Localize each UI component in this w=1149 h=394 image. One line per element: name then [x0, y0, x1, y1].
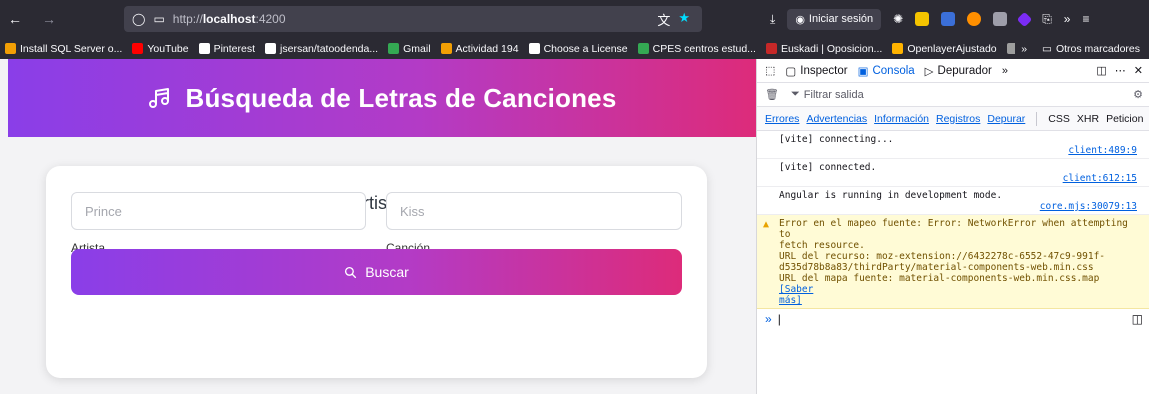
element-picker-icon[interactable]: ⬚ [765, 64, 775, 77]
download-icon[interactable]: ⤓ [770, 12, 775, 27]
bookmark-item[interactable]: Pinterest [194, 43, 260, 55]
request-category-filter[interactable]: XHR [1077, 113, 1099, 125]
learn-more-link-cont[interactable]: más] [779, 295, 1137, 306]
bookmark-star-icon[interactable]: ★ [678, 10, 690, 29]
bookmark-item[interactable]: OpenlayerAjustado [887, 43, 1001, 55]
share-icon[interactable]: ⎘ [1042, 12, 1052, 27]
log-category-filter[interactable]: Errores [765, 113, 799, 125]
prompt-chevron-icon: » [765, 312, 772, 326]
extension-purple-icon[interactable] [1016, 11, 1033, 27]
warning-message: ▲ Error en el mapeo fuente: Error: Netwo… [757, 215, 1149, 309]
bookmarks-bar: Install SQL Server o... YouTube Pinterest j… [0, 38, 1149, 59]
bookmark-favicon-icon [5, 43, 16, 54]
request-category-filter[interactable]: CSS [1048, 113, 1070, 125]
bookmark-favicon-icon [765, 43, 777, 54]
inspector-icon: ▢ [785, 65, 797, 78]
tab-inspector[interactable]: ▢ Inspector [785, 64, 847, 78]
console-log-entry: [vite] connecting... client:489:9 [757, 131, 1149, 159]
bookmark-favicon-icon [528, 43, 540, 54]
console-log-list: [vite] connecting... client:489:9 [vite] c… [757, 131, 1149, 215]
account-icon: ◉ [795, 13, 805, 26]
tab-console[interactable]: ▣ Consola [858, 64, 915, 78]
console-input[interactable]: » | ◫ [757, 309, 1149, 329]
folder-icon: ▭ [1042, 42, 1052, 55]
page-title: Búsqueda de Letras de Canciones [185, 82, 617, 113]
dock-icon[interactable]: ◫ [1096, 64, 1106, 77]
log-categories: Errores Advertencias Información Registros D… [757, 107, 1149, 131]
extension-blue-icon[interactable] [941, 12, 956, 26]
extension-orange-icon[interactable] [967, 12, 982, 26]
console-log-entry: Angular is running in development mode. c… [757, 187, 1149, 215]
log-category-filter[interactable]: Advertencias [806, 113, 867, 125]
bookmarks-chevron-icon[interactable]: » [1021, 43, 1027, 55]
bookmark-favicon-icon [637, 43, 649, 54]
other-bookmarks[interactable]: ▭ Otros marcadores [1037, 43, 1145, 55]
bookmark-item[interactable]: Gmail [383, 43, 435, 55]
artist-input[interactable] [71, 192, 366, 230]
split-console-icon[interactable]: ◫ [1132, 312, 1149, 326]
extension-grey-icon[interactable] [993, 12, 1008, 26]
search-icon [345, 266, 357, 278]
console-icon: ▣ [857, 65, 869, 78]
bookmark-favicon-icon [388, 43, 400, 54]
request-category-filter[interactable]: Peticion [1106, 113, 1143, 125]
bookmark-item[interactable]: jsersan/tatoodenda... [260, 43, 383, 55]
login-button[interactable]: ◉ Iniciar sesión [787, 8, 882, 30]
filter-input[interactable]: ⏷ Filtrar salida [791, 88, 864, 101]
toolbar-right: ⤓ ◉ Iniciar sesión ✺ ⎘ » ≡ [770, 0, 1090, 38]
devtools-tabs: ⬚ ▢ Inspector ▣ Consola ▷ Depurador » ◫ ⋯ ✕ [757, 59, 1149, 83]
url-bar[interactable]: ◯ ▭ http://localhost:4200 文 ★ [124, 6, 702, 32]
console-log-entry: [vite] connected. client:612:15 [757, 159, 1149, 187]
bookmark-favicon-icon [892, 43, 904, 54]
devtools-panel: ⬚ ▢ Inspector ▣ Consola ▷ Depurador » ◫ ⋯ ✕… [756, 59, 1149, 394]
bookmarks-overflow: » ▭ Otros marcadores [1015, 38, 1145, 59]
menu-icon[interactable]: ≡ [1082, 12, 1089, 26]
log-source-link[interactable]: client:612:15 [779, 173, 1137, 184]
log-category-filter[interactable]: Información [874, 113, 929, 125]
settings-gear-icon[interactable]: ⚙ [1133, 88, 1149, 101]
hero-banner: Búsqueda de Letras de Canciones [8, 59, 756, 137]
warning-icon: ▲ [763, 219, 770, 230]
bookmark-favicon-icon [440, 43, 452, 54]
url-text[interactable]: http://localhost:4200 [173, 12, 286, 26]
bookmark-item[interactable]: Actividad 194 [436, 43, 524, 55]
extension-yellow-icon[interactable] [915, 12, 930, 26]
console-filter-bar: 🗑 ⏷ Filtrar salida ⚙ [757, 83, 1149, 107]
tabs-overflow-icon[interactable]: » [1002, 65, 1008, 77]
trash-icon[interactable]: 🗑 [765, 88, 779, 101]
overflow-chevron-icon[interactable]: » [1064, 12, 1071, 26]
back-icon[interactable]: ← [8, 11, 22, 27]
forward-icon[interactable]: → [42, 11, 56, 27]
funnel-icon: ⏷ [790, 88, 800, 100]
page-icon: ▭ [153, 12, 165, 26]
bookmark-item[interactable]: Choose a License [524, 43, 633, 55]
music-note-icon [148, 88, 169, 108]
tab-debugger[interactable]: ▷ Depurador [925, 64, 992, 78]
learn-more-link[interactable]: [Saber [779, 284, 813, 295]
category-divider [1036, 111, 1038, 126]
bookmark-item[interactable]: Euskadi | Oposicion... [761, 43, 887, 55]
bookmark-item[interactable]: Install SQL Server o... [0, 43, 127, 55]
bookmark-item[interactable]: CPES centros estud... [633, 43, 761, 55]
screen: ← → ◯ ▭ http://localhost:4200 文 ★ ⤓ ◉ In… [0, 0, 1149, 394]
close-icon[interactable]: ✕ [1134, 64, 1143, 77]
more-options-icon[interactable]: ⋯ [1115, 64, 1126, 77]
bookmark-favicon-icon [132, 43, 144, 54]
log-category-filter[interactable]: Registros [936, 113, 980, 125]
translate-icon[interactable]: 文 [657, 10, 670, 29]
log-source-link[interactable]: core.mjs:30079:13 [779, 201, 1137, 212]
browser-toolbar: ← → ◯ ▭ http://localhost:4200 文 ★ ⤓ ◉ In… [0, 0, 1149, 38]
bookmark-item[interactable]: YouTube [127, 43, 193, 55]
log-category-filter[interactable]: Depurar [987, 113, 1025, 125]
bookmark-favicon-icon [265, 43, 277, 54]
song-input[interactable] [386, 192, 682, 230]
search-button[interactable]: Buscar [71, 249, 682, 295]
shield-icon[interactable]: ◯ [132, 12, 145, 26]
extension-icon[interactable]: ✺ [893, 12, 903, 26]
debugger-icon: ▷ [924, 65, 934, 78]
nav-arrows: ← → [0, 11, 118, 27]
log-source-link[interactable]: client:489:9 [779, 145, 1137, 156]
bookmark-favicon-icon [198, 43, 210, 54]
